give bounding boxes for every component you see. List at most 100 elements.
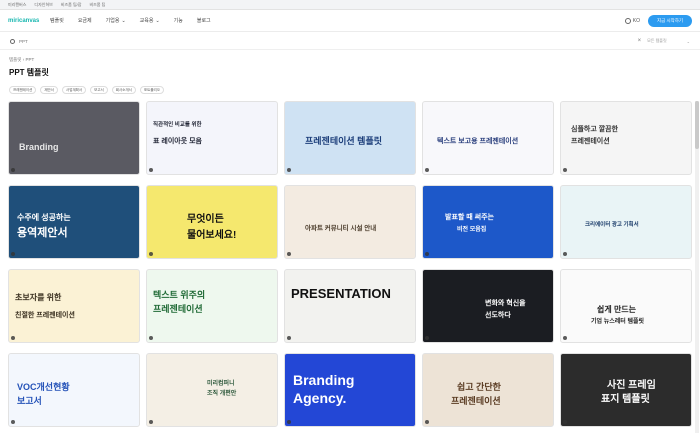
template-title: PRESENTATION (291, 286, 391, 301)
nav-item-templates[interactable]: 템플릿 (50, 17, 64, 24)
top-link[interactable]: 디자인허브 (34, 2, 52, 8)
language-selector[interactable]: KO (624, 17, 640, 24)
card-badge-icon (149, 168, 153, 172)
template-title: 프레젠테이션 (153, 304, 203, 314)
template-title: 직관적인 비교를 위한 (153, 122, 202, 128)
filter-select[interactable]: 모든 템플릿 ⌄ (647, 38, 690, 44)
card-badge-icon (287, 420, 291, 424)
globe-icon (624, 17, 631, 24)
nav-item-blog[interactable]: 블로그 (197, 17, 211, 24)
top-link[interactable]: 비즈폼 팁 (89, 2, 105, 8)
card-badge-icon (287, 252, 291, 256)
card-badge-icon (11, 336, 15, 340)
template-title: 크리에이터 광고 기획서 (585, 222, 639, 228)
card-badge-icon (563, 336, 567, 340)
breadcrumb: 템플릿 › PPT (9, 57, 34, 63)
nav-item-business[interactable]: 기업용 ⌄ (106, 17, 126, 25)
template-title: 발표할 때 써주는 (445, 214, 494, 221)
nav-item-features[interactable]: 기능 (174, 17, 183, 24)
template-title: 쉽게 만드는 (597, 305, 637, 314)
filter-chips: 프레젠테이션 제안서 사업계획서 보고서 회사소개서 포트폴리오 (9, 86, 164, 94)
page-title: PPT 템플릿 (9, 68, 49, 77)
template-title: 조직 개편안 (207, 391, 237, 397)
template-title: VOC개선현황 (17, 382, 70, 392)
search-input[interactable]: PPT (19, 39, 28, 44)
template-title: 프레젠테이션 템플릿 (305, 136, 383, 146)
breadcrumb-item[interactable]: PPT (25, 57, 34, 62)
card-badge-icon (287, 336, 291, 340)
template-card[interactable]: 초보자를 위한친절한 프레젠테이션 (8, 269, 140, 343)
template-card[interactable]: 아파트 커뮤니티 시설 안내 (284, 185, 416, 259)
top-link-strip: 미리캔버스 디자인허브 비즈폼 팁/잡 비즈폼 팁 (0, 0, 700, 10)
chip-presentation[interactable]: 프레젠테이션 (9, 86, 37, 94)
template-title: 비전 모음집 (457, 227, 487, 233)
card-badge-icon (425, 252, 429, 256)
template-title: 용역제안서 (17, 227, 68, 239)
card-badge-icon (149, 420, 153, 424)
search-icon (10, 38, 15, 44)
template-title: 아파트 커뮤니티 시설 안내 (305, 225, 377, 232)
template-title: Branding (293, 372, 355, 388)
template-title: 표 레이아웃 모음 (153, 138, 202, 145)
card-badge-icon (11, 168, 15, 172)
template-title: 미리컴퍼니 (207, 381, 235, 387)
chip-portfolio[interactable]: 포트폴리오 (139, 86, 164, 94)
breadcrumb-item[interactable]: 템플릿 (9, 57, 21, 62)
template-card[interactable]: 변화와 혁신을 선도하다 (422, 269, 554, 343)
clear-search-icon[interactable]: × (638, 38, 642, 44)
template-card[interactable]: 무엇이든물어보세요! (146, 185, 278, 259)
template-title: 프레젠테이션 (451, 396, 501, 406)
template-card[interactable]: VOC개선현황보고서 (8, 353, 140, 427)
template-title: 쉽고 간단한 (457, 382, 501, 392)
template-card[interactable]: 발표할 때 써주는비전 모음집 (422, 185, 554, 259)
template-title: 텍스트 위주의 (153, 290, 206, 300)
template-card[interactable]: 텍스트 보고용 프레젠테이션 (422, 101, 554, 175)
template-title: 물어보세요! (187, 230, 237, 241)
chip-business-plan[interactable]: 사업계획서 (62, 86, 87, 94)
search-bar[interactable]: PPT × 모든 템플릿 ⌄ (0, 33, 700, 50)
search-controls: × 모든 템플릿 ⌄ (638, 38, 690, 44)
signup-button[interactable]: 지금 시작하기 (648, 14, 692, 27)
top-link[interactable]: 비즈폼 팁/잡 (61, 2, 82, 8)
card-badge-icon (425, 168, 429, 172)
chevron-down-icon: ⌄ (121, 17, 126, 24)
scrollbar-track[interactable] (695, 101, 699, 433)
template-card[interactable]: Branding Agency. (284, 353, 416, 427)
template-card[interactable]: 프레젠테이션 템플릿 (284, 101, 416, 175)
template-title: 무엇이든 (187, 214, 224, 225)
template-title: 텍스트 보고용 프레젠테이션 (437, 138, 519, 145)
template-card[interactable]: 텍스트 위주의프레젠테이션 (146, 269, 278, 343)
card-badge-icon (149, 336, 153, 340)
template-card[interactable]: 사진 프레임 표지 템플릿 (560, 353, 692, 427)
template-title: 기업 뉴스레터 템플릿 (591, 319, 645, 325)
scrollbar-thumb[interactable] (695, 101, 699, 149)
template-card[interactable]: 심플하고 깔끔한 프레젠테이션 (560, 101, 692, 175)
top-link[interactable]: 미리캔버스 (8, 2, 26, 8)
brand-logo[interactable]: miricanvas (8, 18, 50, 24)
card-badge-icon (11, 252, 15, 256)
chip-proposal[interactable]: 제안서 (40, 86, 58, 94)
template-card[interactable]: 직관적인 비교를 위한표 레이아웃 모음 (146, 101, 278, 175)
card-badge-icon (563, 252, 567, 256)
template-title: 심플하고 깔끔한 (571, 126, 619, 133)
template-card[interactable]: Branding (8, 101, 140, 175)
navbar: miricanvas 템플릿 요금제 기업용 ⌄ 교육용 ⌄ 기능 블로그 KO 지… (0, 10, 700, 32)
template-title: 보고서 (17, 396, 42, 406)
chip-report[interactable]: 보고서 (90, 86, 108, 94)
nav-item-education[interactable]: 교육용 ⌄ (140, 17, 160, 25)
template-title: Agency. (293, 390, 347, 406)
template-card[interactable]: 크리에이터 광고 기획서 (560, 185, 692, 259)
template-card[interactable]: 미리컴퍼니조직 개편안 (146, 353, 278, 427)
template-title: 표지 템플릿 (601, 394, 650, 405)
nav-right: KO 지금 시작하기 (624, 14, 692, 27)
template-card[interactable]: 쉽게 만드는기업 뉴스레터 템플릿 (560, 269, 692, 343)
chip-company-intro[interactable]: 회사소개서 (111, 86, 136, 94)
nav-item-pricing[interactable]: 요금제 (78, 17, 92, 24)
card-badge-icon (425, 336, 429, 340)
template-card[interactable]: PRESENTATION (284, 269, 416, 343)
template-card[interactable]: 수주에 성공하는 용역제안서 (8, 185, 140, 259)
card-badge-icon (149, 252, 153, 256)
template-card[interactable]: 쉽고 간단한프레젠테이션 (422, 353, 554, 427)
template-title: 초보자를 위한 (15, 293, 62, 302)
template-title: 친절한 프레젠테이션 (15, 312, 75, 319)
